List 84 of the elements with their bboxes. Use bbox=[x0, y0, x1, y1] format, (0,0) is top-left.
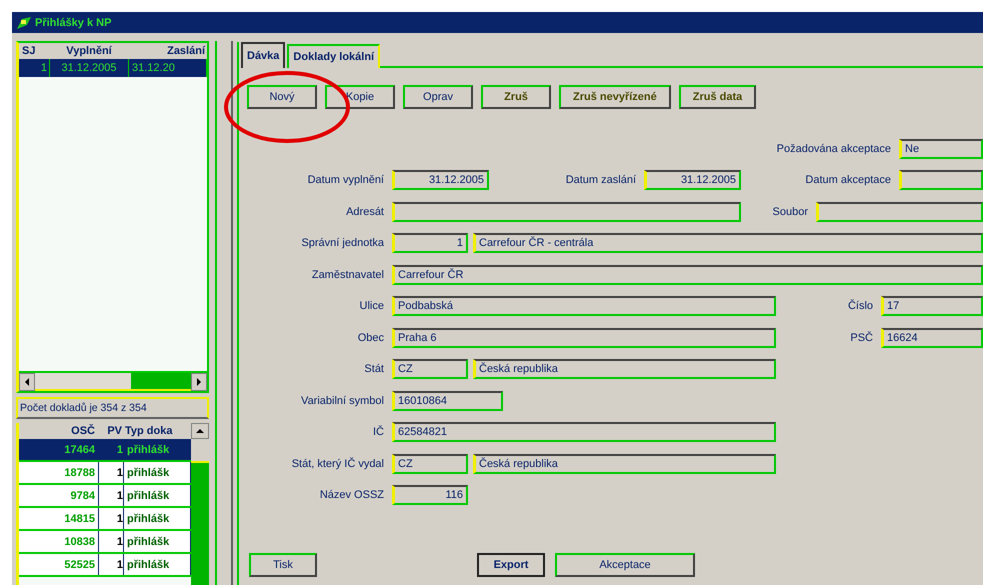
table-cell: 1 bbox=[99, 554, 124, 575]
table-row[interactable]: 1 31.12.2005 31.12.20 bbox=[19, 59, 207, 77]
field-label: IČ bbox=[373, 426, 384, 438]
input-field[interactable] bbox=[816, 202, 983, 222]
window-title: Přihlášky k NP bbox=[35, 16, 112, 28]
table-cell: 9784 bbox=[19, 485, 99, 506]
column-header: SJ bbox=[21, 45, 36, 57]
splitter[interactable] bbox=[215, 41, 233, 585]
field-label: Datum akceptace bbox=[805, 174, 891, 186]
input-field[interactable] bbox=[392, 202, 741, 222]
field-label: Adresát bbox=[346, 206, 384, 218]
table-cell: 14815 bbox=[19, 508, 99, 529]
input-field[interactable] bbox=[899, 170, 983, 190]
table-row[interactable]: 52525 1 přihlášk bbox=[19, 554, 191, 577]
tab[interactable]: Dávka bbox=[241, 42, 286, 68]
table-cell: 1 bbox=[99, 508, 124, 529]
column-header: Vyplnění bbox=[65, 45, 113, 57]
table-cell: 17464 bbox=[19, 439, 99, 460]
table-cell: 1 bbox=[19, 59, 50, 77]
scroll-thumb[interactable] bbox=[131, 373, 191, 389]
app-icon bbox=[16, 16, 32, 30]
table-row[interactable]: 14815 1 přihlášk bbox=[19, 508, 191, 531]
field-label: Stát, který IČ vydal bbox=[292, 458, 384, 470]
scroll-up-icon[interactable] bbox=[191, 423, 209, 439]
action-button[interactable]: Tisk bbox=[249, 553, 317, 577]
table-cell: 52525 bbox=[19, 554, 99, 575]
scroll-left-icon[interactable] bbox=[19, 373, 35, 391]
input-field[interactable]: 1 bbox=[392, 233, 468, 254]
column-header: Typ doka bbox=[124, 425, 174, 437]
table-cell: 1 bbox=[99, 531, 124, 552]
table-row[interactable]: 17464 1 přihlášk bbox=[19, 439, 191, 462]
field-label: Ulice bbox=[360, 300, 384, 312]
vertical-scrollbar[interactable] bbox=[191, 423, 209, 585]
column-header: PV bbox=[106, 425, 122, 437]
field-label: Datum vyplnění bbox=[308, 174, 384, 186]
table-cell: 10838 bbox=[19, 531, 99, 552]
column-header: OSČ bbox=[70, 425, 96, 437]
table-row[interactable]: 10838 1 přihlášk bbox=[19, 531, 191, 554]
table-cell: 1 bbox=[99, 439, 124, 460]
table-cell: 31.12.20 bbox=[129, 59, 207, 77]
input-field[interactable]: CZ bbox=[392, 359, 468, 380]
table-cell: 1 bbox=[99, 485, 124, 506]
input-field[interactable]: 16624 bbox=[881, 328, 983, 348]
field-label: Číslo bbox=[848, 300, 873, 312]
field-label: PSČ bbox=[850, 332, 873, 344]
table-cell: 18788 bbox=[19, 462, 99, 483]
field-label: Datum zaslání bbox=[566, 174, 636, 186]
input-field[interactable]: 31.12.2005 bbox=[392, 170, 489, 190]
input-field[interactable]: 17 bbox=[881, 296, 983, 316]
input-field[interactable]: Česká republika bbox=[473, 454, 776, 474]
input-field[interactable]: Ne bbox=[899, 138, 983, 159]
action-button[interactable]: Export bbox=[477, 553, 545, 577]
input-field[interactable]: 116 bbox=[392, 485, 468, 506]
column-header: Zaslání bbox=[166, 45, 206, 57]
table-row[interactable]: 9784 1 přihlášk bbox=[19, 485, 191, 508]
document-count: Počet dokladů je 354 z 354 bbox=[16, 397, 209, 419]
field-label: Název OSSZ bbox=[320, 489, 384, 502]
field-label: Správní jednotka bbox=[301, 237, 384, 250]
toolbar-button[interactable]: Oprav bbox=[403, 85, 473, 109]
input-field[interactable]: CZ bbox=[392, 454, 468, 474]
input-field[interactable]: 16010864 bbox=[392, 390, 503, 411]
field-label: Obec bbox=[358, 332, 384, 344]
input-field[interactable]: 31.12.2005 bbox=[644, 170, 741, 190]
table-cell: 31.12.2005 bbox=[50, 59, 129, 77]
field-label: Zaměstnavatel bbox=[312, 268, 384, 281]
input-field[interactable]: Podbabská bbox=[392, 296, 776, 316]
input-field[interactable]: Česká republika bbox=[473, 359, 776, 380]
input-field[interactable]: Carrefour ČR bbox=[392, 264, 983, 285]
input-field[interactable]: 62584821 bbox=[392, 422, 776, 442]
field-label: Stát bbox=[364, 363, 384, 376]
field-label: Variabilní symbol bbox=[301, 394, 384, 407]
toolbar-button[interactable]: Nový bbox=[247, 85, 317, 109]
horizontal-scrollbar[interactable] bbox=[19, 371, 207, 391]
field-label: Požadována akceptace bbox=[776, 142, 891, 155]
scroll-thumb[interactable] bbox=[191, 439, 209, 463]
table-cell: 1 bbox=[99, 462, 124, 483]
field-label: Soubor bbox=[772, 206, 808, 218]
toolbar-button[interactable]: Kopie bbox=[325, 85, 395, 109]
scroll-right-icon[interactable] bbox=[191, 373, 207, 391]
input-field[interactable]: Praha 6 bbox=[392, 328, 776, 348]
table-row[interactable]: 18788 1 přihlášk bbox=[19, 462, 191, 485]
input-field[interactable]: Carrefour ČR - centrála bbox=[473, 233, 983, 254]
action-button[interactable]: Akceptace bbox=[555, 553, 695, 577]
tab[interactable]: Doklady lokální bbox=[287, 44, 380, 68]
